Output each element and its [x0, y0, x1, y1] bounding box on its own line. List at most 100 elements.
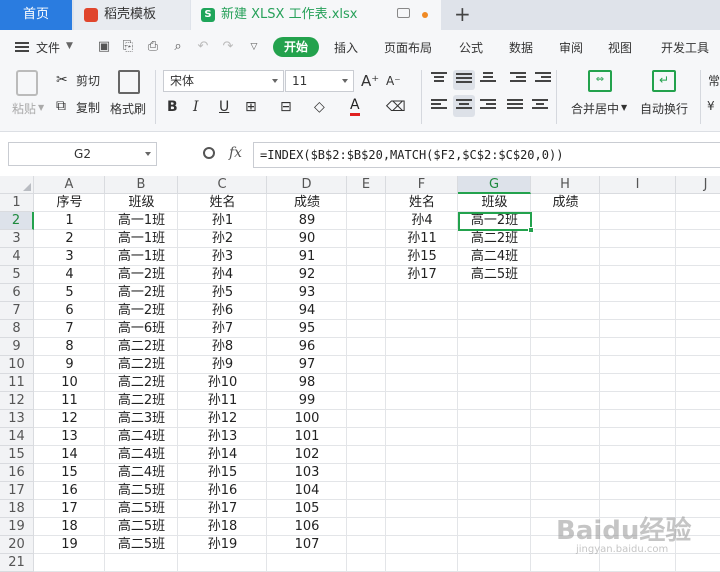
cell-d13-value[interactable]: 100 [267, 410, 347, 428]
cell-h16[interactable] [531, 464, 600, 482]
menu-file[interactable]: 文件 [36, 39, 60, 56]
cell-c9-value[interactable]: 孙8 [178, 338, 267, 356]
row-header-11[interactable]: 11 [0, 374, 34, 392]
cell-a14-value[interactable]: 13 [34, 428, 105, 446]
cell-f8[interactable] [386, 320, 458, 338]
hamburger-icon[interactable] [15, 42, 29, 52]
column-header-b[interactable]: B [105, 176, 178, 194]
cell-d1-value[interactable]: 成绩 [267, 194, 347, 212]
cell-c3-value[interactable]: 孙2 [178, 230, 267, 248]
cell-f9[interactable] [386, 338, 458, 356]
cell-f12[interactable] [386, 392, 458, 410]
cell-a13-value[interactable]: 12 [34, 410, 105, 428]
add-tab-icon[interactable]: + [454, 2, 471, 26]
menu-insert[interactable]: 插入 [334, 39, 358, 56]
cell-e14[interactable] [347, 428, 386, 446]
row-header-7[interactable]: 7 [0, 302, 34, 320]
cell-f4-value[interactable]: 孙15 [386, 248, 458, 266]
align-center-icon[interactable] [453, 95, 475, 117]
decrease-font-icon[interactable]: A⁻ [386, 71, 401, 91]
cell-f2-value[interactable]: 孙4 [386, 212, 458, 230]
row-header-15[interactable]: 15 [0, 446, 34, 464]
cell-h6[interactable] [531, 284, 600, 302]
cell-j1[interactable] [676, 194, 720, 212]
cell-a15-value[interactable]: 14 [34, 446, 105, 464]
wrap-text-icon[interactable]: ↵ [652, 70, 676, 92]
cell-a7-value[interactable]: 6 [34, 302, 105, 320]
monitor-icon[interactable] [397, 8, 410, 18]
print-icon[interactable]: ⎙ [146, 40, 160, 54]
cell-g10[interactable] [458, 356, 531, 374]
cell-i21[interactable] [600, 554, 676, 572]
cell-c21[interactable] [178, 554, 267, 572]
print-preview-icon[interactable]: ⌕ [171, 40, 185, 54]
wrap-text-button[interactable]: 自动换行 [640, 100, 688, 117]
cell-h12[interactable] [531, 392, 600, 410]
italic-icon[interactable]: I [193, 97, 199, 117]
cell-a18-value[interactable]: 17 [34, 500, 105, 518]
cell-c7-value[interactable]: 孙6 [178, 302, 267, 320]
cell-f20[interactable] [386, 536, 458, 554]
cell-j17[interactable] [676, 482, 720, 500]
cell-b14-value[interactable]: 高二4班 [105, 428, 178, 446]
select-all-corner[interactable] [0, 176, 34, 194]
cell-h1-value[interactable]: 成绩 [531, 194, 600, 212]
cell-c12-value[interactable]: 孙11 [178, 392, 267, 410]
export-icon[interactable]: ⎘ [121, 40, 135, 54]
fx-icon[interactable]: fx [229, 145, 242, 161]
row-header-16[interactable]: 16 [0, 464, 34, 482]
redo-icon[interactable]: ↷ [221, 40, 235, 54]
row-header-1[interactable]: 1 [0, 194, 34, 212]
cell-f7[interactable] [386, 302, 458, 320]
cell-a5-value[interactable]: 4 [34, 266, 105, 284]
cell-c11-value[interactable]: 孙10 [178, 374, 267, 392]
cell-c4-value[interactable]: 孙3 [178, 248, 267, 266]
cell-b16-value[interactable]: 高二4班 [105, 464, 178, 482]
align-left-icon[interactable] [431, 99, 447, 113]
cell-b20-value[interactable]: 高二5班 [105, 536, 178, 554]
row-header-2[interactable]: 2 [0, 212, 34, 230]
cell-i13[interactable] [600, 410, 676, 428]
cell-j8[interactable] [676, 320, 720, 338]
cell-e8[interactable] [347, 320, 386, 338]
cell-b8-value[interactable]: 高一6班 [105, 320, 178, 338]
cell-i11[interactable] [600, 374, 676, 392]
copy-icon[interactable]: ⧉ [56, 96, 66, 116]
cell-f21[interactable] [386, 554, 458, 572]
cell-b5-value[interactable]: 高一2班 [105, 266, 178, 284]
cell-j3[interactable] [676, 230, 720, 248]
column-header-c[interactable]: C [178, 176, 267, 194]
cell-i16[interactable] [600, 464, 676, 482]
cell-g4-value[interactable]: 高二4班 [458, 248, 531, 266]
cell-d12-value[interactable]: 99 [267, 392, 347, 410]
cell-d19-value[interactable]: 106 [267, 518, 347, 536]
cell-j2[interactable] [676, 212, 720, 230]
cell-i15[interactable] [600, 446, 676, 464]
cell-g2-value[interactable]: 高一2班 [458, 212, 531, 230]
undo-icon[interactable]: ↶ [196, 40, 210, 54]
cell-i5[interactable] [600, 266, 676, 284]
cell-g1-value[interactable]: 班级 [458, 194, 531, 212]
cell-g20[interactable] [458, 536, 531, 554]
cell-i7[interactable] [600, 302, 676, 320]
cell-a21[interactable] [34, 554, 105, 572]
indent-decrease-icon[interactable] [510, 72, 526, 86]
cell-c19-value[interactable]: 孙18 [178, 518, 267, 536]
cell-c10-value[interactable]: 孙9 [178, 356, 267, 374]
cell-b6-value[interactable]: 高一2班 [105, 284, 178, 302]
cell-g14[interactable] [458, 428, 531, 446]
cell-f11[interactable] [386, 374, 458, 392]
column-header-g[interactable]: G [458, 176, 531, 194]
cell-e12[interactable] [347, 392, 386, 410]
cell-c8-value[interactable]: 孙7 [178, 320, 267, 338]
font-name-select[interactable]: 宋体 [163, 70, 284, 92]
cell-e3[interactable] [347, 230, 386, 248]
cell-g17[interactable] [458, 482, 531, 500]
cell-g5-value[interactable]: 高二5班 [458, 266, 531, 284]
cell-i8[interactable] [600, 320, 676, 338]
row-header-12[interactable]: 12 [0, 392, 34, 410]
cell-i3[interactable] [600, 230, 676, 248]
cell-b13-value[interactable]: 高二3班 [105, 410, 178, 428]
cell-h9[interactable] [531, 338, 600, 356]
cell-j13[interactable] [676, 410, 720, 428]
